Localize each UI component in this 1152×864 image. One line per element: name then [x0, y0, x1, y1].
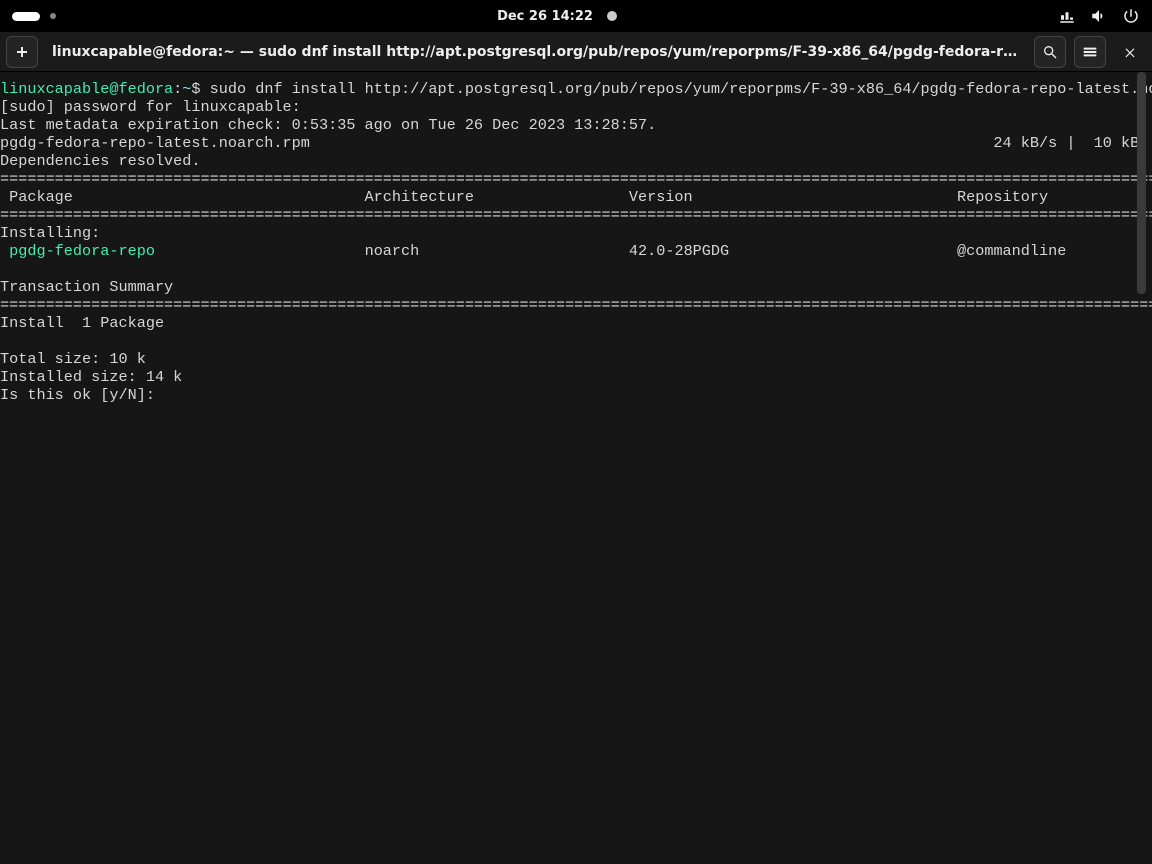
- gnome-topbar: Dec 26 14:22: [0, 0, 1152, 32]
- close-button[interactable]: [1114, 36, 1146, 68]
- line-deps: Dependencies resolved.: [0, 152, 201, 170]
- notification-dot-icon: [607, 11, 617, 21]
- txn-summary: Transaction Summary: [0, 278, 173, 296]
- activities-pill-icon: [12, 12, 40, 21]
- line-installing: Installing:: [0, 224, 100, 242]
- topbar-clock[interactable]: Dec 26 14:22: [497, 9, 617, 24]
- window-title: linuxcapable@fedora:~ — sudo dnf install…: [46, 44, 1026, 60]
- activities-dot-icon: [50, 13, 56, 19]
- line-metadata: Last metadata expiration check: 0:53:35 …: [0, 116, 656, 134]
- line-sudo: [sudo] password for linuxcapable:: [0, 98, 301, 116]
- pkg-row-rest: noarch 42.0-28PGDG @commandline 10 k: [155, 242, 1152, 260]
- terminal-output: linuxcapable@fedora:~$ sudo dnf install …: [0, 72, 1152, 404]
- new-tab-button[interactable]: [6, 36, 38, 68]
- prompt-command: $ sudo dnf install http://apt.postgresql…: [191, 80, 1152, 98]
- prompt-sep: :: [173, 80, 182, 98]
- scrollbar-thumb[interactable]: [1137, 72, 1146, 294]
- install-count: Install 1 Package: [0, 314, 164, 332]
- rule-bottom: ========================================…: [0, 296, 1152, 314]
- clock-text: Dec 26 14:22: [497, 9, 593, 24]
- topbar-tray: [1058, 7, 1140, 25]
- pkg-name: pgdg-fedora-repo: [0, 242, 155, 260]
- rule-top: ========================================…: [0, 170, 1152, 188]
- total-size: Total size: 10 k: [0, 350, 146, 368]
- prompt-user: linuxcapable@fedora: [0, 80, 173, 98]
- power-icon[interactable]: [1122, 7, 1140, 25]
- volume-icon[interactable]: [1090, 7, 1108, 25]
- line-rpm: pgdg-fedora-repo-latest.noarch.rpm 24 kB…: [0, 134, 1152, 152]
- terminal-titlebar: linuxcapable@fedora:~ — sudo dnf install…: [0, 32, 1152, 72]
- topbar-activities[interactable]: [12, 12, 56, 21]
- confirm-prompt: Is this ok [y/N]:: [0, 386, 155, 404]
- network-icon[interactable]: [1058, 7, 1076, 25]
- terminal-body[interactable]: linuxcapable@fedora:~$ sudo dnf install …: [0, 72, 1152, 864]
- menu-button[interactable]: [1074, 36, 1106, 68]
- installed-size: Installed size: 14 k: [0, 368, 182, 386]
- rule-mid: ========================================…: [0, 206, 1152, 224]
- search-button[interactable]: [1034, 36, 1066, 68]
- table-header: Package Architecture Version Repository …: [0, 188, 1152, 206]
